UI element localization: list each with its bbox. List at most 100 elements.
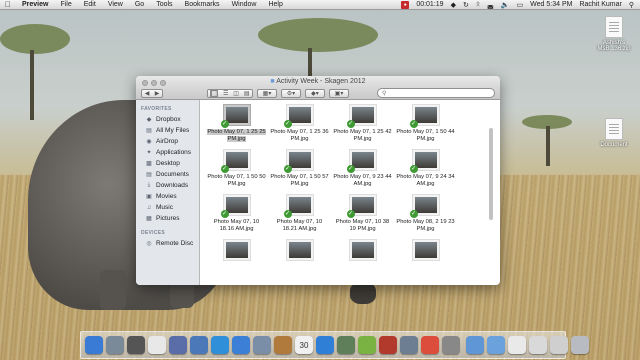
finder-icon[interactable] [85, 336, 103, 354]
preview-icon[interactable] [337, 336, 355, 354]
photo-image [351, 152, 374, 168]
search-input[interactable] [386, 90, 494, 96]
trash-icon[interactable] [571, 336, 589, 354]
back-forward-buttons[interactable]: ◀ ▶ [141, 88, 163, 98]
file-item[interactable] [331, 239, 394, 264]
iphoto-icon[interactable] [400, 336, 418, 354]
photo-image [225, 197, 248, 213]
action-button[interactable]: ⚙▾ [281, 88, 301, 98]
bluetooth-icon[interactable]: ᛟ [476, 1, 480, 8]
folder-icon[interactable] [466, 336, 484, 354]
coverflow-view-icon[interactable]: ▤ [244, 90, 250, 97]
menu-view[interactable]: View [102, 1, 129, 8]
system-icon[interactable] [127, 336, 145, 354]
xcode-icon[interactable] [190, 336, 208, 354]
clock[interactable]: Wed 5:34 PM [530, 1, 572, 8]
sidebar-item-documents[interactable]: ▤ Documents [136, 169, 199, 180]
share-button[interactable]: ▣▾ [329, 88, 349, 98]
synced-check-icon: ✓ [220, 120, 229, 128]
document-stack-icon[interactable] [508, 336, 526, 354]
desktop-document[interactable]: Document [594, 118, 634, 148]
document-stack-icon[interactable] [529, 336, 547, 354]
photo-booth-icon[interactable] [379, 336, 397, 354]
file-item[interactable]: ✓ Photo May 07, 10 18.21 AM.jpg [268, 194, 331, 233]
sidebar-item-applications[interactable]: ✦ Applications [136, 147, 199, 158]
scrollbar[interactable] [489, 128, 493, 220]
menu-window[interactable]: Window [226, 1, 263, 8]
menu-edit[interactable]: Edit [78, 1, 102, 8]
file-item[interactable]: ✓ Photo May 07, 1 25 25 PM.jpg [205, 104, 268, 143]
menu-preview[interactable]: Preview [16, 1, 54, 8]
file-item[interactable] [205, 239, 268, 264]
app-store-icon[interactable] [232, 336, 250, 354]
sidebar-item-all-my-files[interactable]: ▤ All My Files [136, 125, 199, 136]
view-mode-buttons[interactable]: ▦ ☰ ◫ ▤ [207, 88, 253, 98]
file-item[interactable]: ✓ Photo May 07, 10 18.16 AM.jpg [205, 194, 268, 233]
mail-icon[interactable] [253, 336, 271, 354]
spotlight-icon[interactable]: ⚲ [629, 1, 634, 9]
file-item[interactable]: ✓ Photo May 07, 1 50 44 PM.jpg [394, 104, 457, 143]
forward-icon[interactable]: ▶ [155, 90, 160, 97]
sidebar-item-label: Desktop [156, 160, 180, 167]
file-item[interactable]: ✓ Photo May 07, 9 23 44 AM.jpg [331, 149, 394, 188]
dropbox-button[interactable]: ◆▾ [305, 88, 325, 98]
calendar-icon[interactable]: 30 [295, 336, 313, 354]
file-item[interactable]: ✓ Photo May 07, 10 38 19 PM.jpg [331, 194, 394, 233]
arrange-button[interactable]: ▦▾ [257, 88, 277, 98]
back-icon[interactable]: ◀ [145, 90, 150, 97]
sidebar-item-desktop[interactable]: ▩ Desktop [136, 158, 199, 169]
file-item[interactable]: ✓ Photo May 07, 9 24 34 AM.jpg [394, 149, 457, 188]
photo-image [225, 152, 248, 168]
file-item[interactable]: ✓ Photo May 07, 1 25 42 PM.jpg [331, 104, 394, 143]
file-item[interactable]: ✓ Photo May 07, 1 50 50 PM.jpg [205, 149, 268, 188]
wallpaper-tree-trunk [30, 50, 34, 120]
menu-file[interactable]: File [54, 1, 77, 8]
column-view-icon[interactable]: ◫ [233, 90, 239, 97]
file-item[interactable]: ✓ Photo May 07, 1 50 57 PM.jpg [268, 149, 331, 188]
battery-icon[interactable]: ▭ [517, 1, 524, 9]
file-name-text: Photo May 07, 10 18.16 AM.jpg [213, 219, 260, 232]
wifi-tool-icon[interactable] [148, 336, 166, 354]
synced-check-icon: ✓ [220, 165, 229, 173]
menu-help[interactable]: Help [262, 1, 288, 8]
file-item[interactable]: ✓ Photo May 07, 1 25 36 PM.jpg [268, 104, 331, 143]
menu-go[interactable]: Go [129, 1, 150, 8]
volume-icon[interactable]: 🔈 [501, 1, 510, 9]
sidebar-item-label: All My Files [156, 127, 190, 134]
sidebar-item-music[interactable]: ♫ Music [136, 202, 199, 213]
sidebar-item-remote-disc[interactable]: ◎ Remote Disc [136, 238, 199, 249]
sidebar-item-dropbox[interactable]: ◆ Dropbox [136, 114, 199, 125]
photo-image [351, 197, 374, 213]
spotify-icon[interactable] [358, 336, 376, 354]
file-item[interactable] [394, 239, 457, 264]
menu-tools[interactable]: Tools [150, 1, 178, 8]
sidebar-item-downloads[interactable]: ⤓ Downloads [136, 180, 199, 191]
dropbox-status-icon[interactable]: ◆ [451, 1, 456, 9]
user-menu[interactable]: Rachit Kumar [579, 1, 621, 8]
chrome-icon[interactable] [421, 336, 439, 354]
photo-image [351, 242, 374, 258]
icon-view-icon[interactable]: ▦ [210, 89, 219, 97]
search-field[interactable]: ⚲ [377, 88, 495, 98]
folder-icon[interactable] [487, 336, 505, 354]
dock: 30 [80, 331, 589, 359]
wifi-icon[interactable]: ◛ [487, 1, 494, 9]
launchpad-icon[interactable] [106, 336, 124, 354]
document-stack-icon[interactable] [550, 336, 568, 354]
record-icon[interactable]: ● [401, 0, 410, 9]
apple-icon[interactable]:  [0, 0, 16, 9]
sidebar-item-airdrop[interactable]: ◉ AirDrop [136, 136, 199, 147]
pen-tool-icon[interactable] [169, 336, 187, 354]
sidebar-item-pictures[interactable]: ▦ Pictures [136, 213, 199, 224]
sync-icon[interactable]: ↻ [463, 1, 469, 9]
list-view-icon[interactable]: ☰ [223, 90, 228, 97]
file-item[interactable]: ✓ Photo May 08, 2 19 23 PM.jpg [394, 194, 457, 233]
itunes-icon[interactable] [316, 336, 334, 354]
file-item[interactable] [268, 239, 331, 264]
desktop-zip-file[interactable]: Ashish's MsB...36.zip [594, 16, 634, 52]
safari-icon[interactable] [211, 336, 229, 354]
sidebar-item-movies[interactable]: ▣ Movies [136, 191, 199, 202]
menu-bookmarks[interactable]: Bookmarks [179, 1, 226, 8]
settings-icon[interactable] [442, 336, 460, 354]
address-book-icon[interactable] [274, 336, 292, 354]
